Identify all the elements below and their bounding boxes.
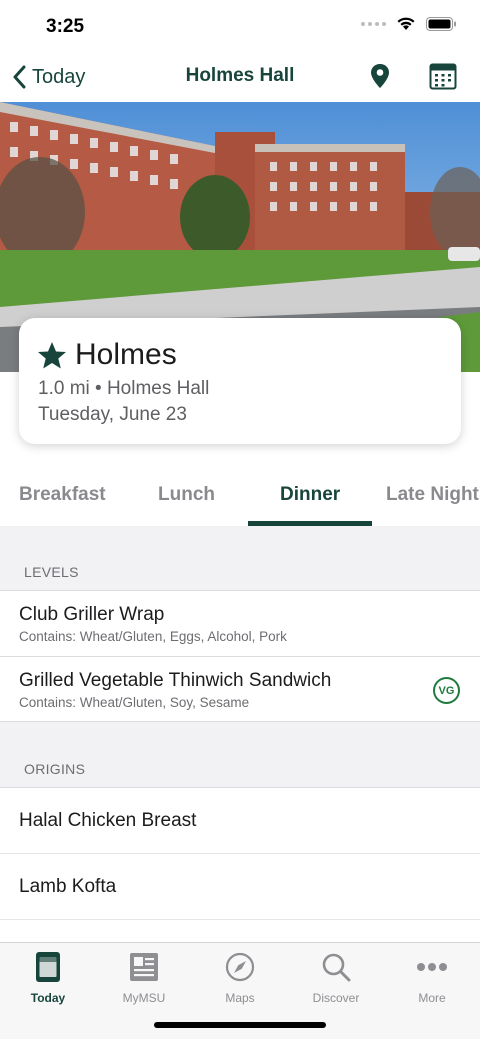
compass-icon bbox=[192, 949, 288, 985]
battery-icon bbox=[426, 16, 456, 31]
home-indicator bbox=[154, 1022, 326, 1028]
tab-bar-label: Discover bbox=[312, 991, 360, 1005]
hall-distance: 1.0 mi • Holmes Hall bbox=[38, 378, 210, 399]
tab-bar-label: Maps bbox=[225, 991, 255, 1005]
menu-date: Tuesday, June 23 bbox=[38, 404, 187, 425]
section-title: LEVELS bbox=[24, 564, 79, 580]
newspaper-icon bbox=[96, 949, 192, 985]
tab-bar-mymsu[interactable]: MyMSU bbox=[96, 949, 192, 1005]
today-icon bbox=[0, 949, 96, 985]
tab-late-night[interactable]: Late Night bbox=[386, 484, 479, 506]
menu-item-name: Lamb Kofta bbox=[19, 876, 117, 897]
cellular-signal-icon bbox=[361, 21, 386, 26]
dining-hall-card: Holmes 1.0 mi • Holmes Hall Tuesday, Jun… bbox=[19, 318, 461, 444]
tab-bar-more[interactable]: More bbox=[384, 949, 480, 1005]
more-dots-icon bbox=[384, 949, 480, 985]
card-title-row: Holmes bbox=[37, 338, 177, 372]
menu-item-name: Halal Chicken Breast bbox=[19, 810, 197, 831]
tab-bar-label: Today bbox=[30, 991, 66, 1005]
section-header-levels: LEVELS bbox=[0, 526, 480, 590]
menu-item-allergens: Contains: Wheat/Gluten, Soy, Sesame bbox=[19, 695, 250, 710]
menu-item-allergens: Contains: Wheat/Gluten, Eggs, Alcohol, P… bbox=[19, 629, 287, 644]
calendar-icon[interactable] bbox=[429, 62, 457, 95]
status-time: 3:25 bbox=[46, 16, 85, 37]
tab-bar-maps[interactable]: Maps bbox=[192, 949, 288, 1005]
status-bar: 3:25 bbox=[0, 0, 480, 52]
page-title: Holmes Hall bbox=[185, 65, 295, 86]
meal-tabs: Breakfast Lunch Dinner Late Night bbox=[0, 466, 480, 526]
tab-bar-discover[interactable]: Discover bbox=[288, 949, 384, 1005]
favorite-star-icon[interactable] bbox=[37, 341, 67, 370]
navigation-bar: Today Holmes Hall bbox=[0, 52, 480, 102]
menu-item-name: Club Griller Wrap bbox=[19, 604, 165, 625]
tab-bar-today[interactable]: Today bbox=[0, 949, 96, 1005]
status-icons bbox=[361, 16, 456, 31]
wifi-icon bbox=[397, 17, 415, 30]
tab-bar-label: More bbox=[418, 991, 446, 1005]
tab-lunch[interactable]: Lunch bbox=[158, 484, 215, 506]
menu-item[interactable]: Grilled Vegetable Thinwich Sandwich Cont… bbox=[0, 656, 480, 722]
section-title: ORIGINS bbox=[24, 761, 86, 777]
menu-item[interactable]: Halal Chicken Breast bbox=[0, 787, 480, 853]
tab-breakfast[interactable]: Breakfast bbox=[19, 484, 106, 506]
search-icon bbox=[288, 949, 384, 985]
section-header-origins: ORIGINS bbox=[0, 723, 480, 787]
map-pin-icon[interactable] bbox=[370, 63, 390, 94]
menu-item-name: Grilled Vegetable Thinwich Sandwich bbox=[19, 670, 332, 691]
hall-name: Holmes bbox=[75, 338, 177, 371]
vegan-badge-icon: VG bbox=[433, 677, 460, 704]
menu-item[interactable]: Club Griller Wrap Contains: Wheat/Gluten… bbox=[0, 590, 480, 656]
tab-dinner[interactable]: Dinner bbox=[280, 484, 340, 506]
menu-item[interactable]: Lamb Kofta bbox=[0, 853, 480, 919]
tab-bar-label: MyMSU bbox=[122, 991, 166, 1005]
